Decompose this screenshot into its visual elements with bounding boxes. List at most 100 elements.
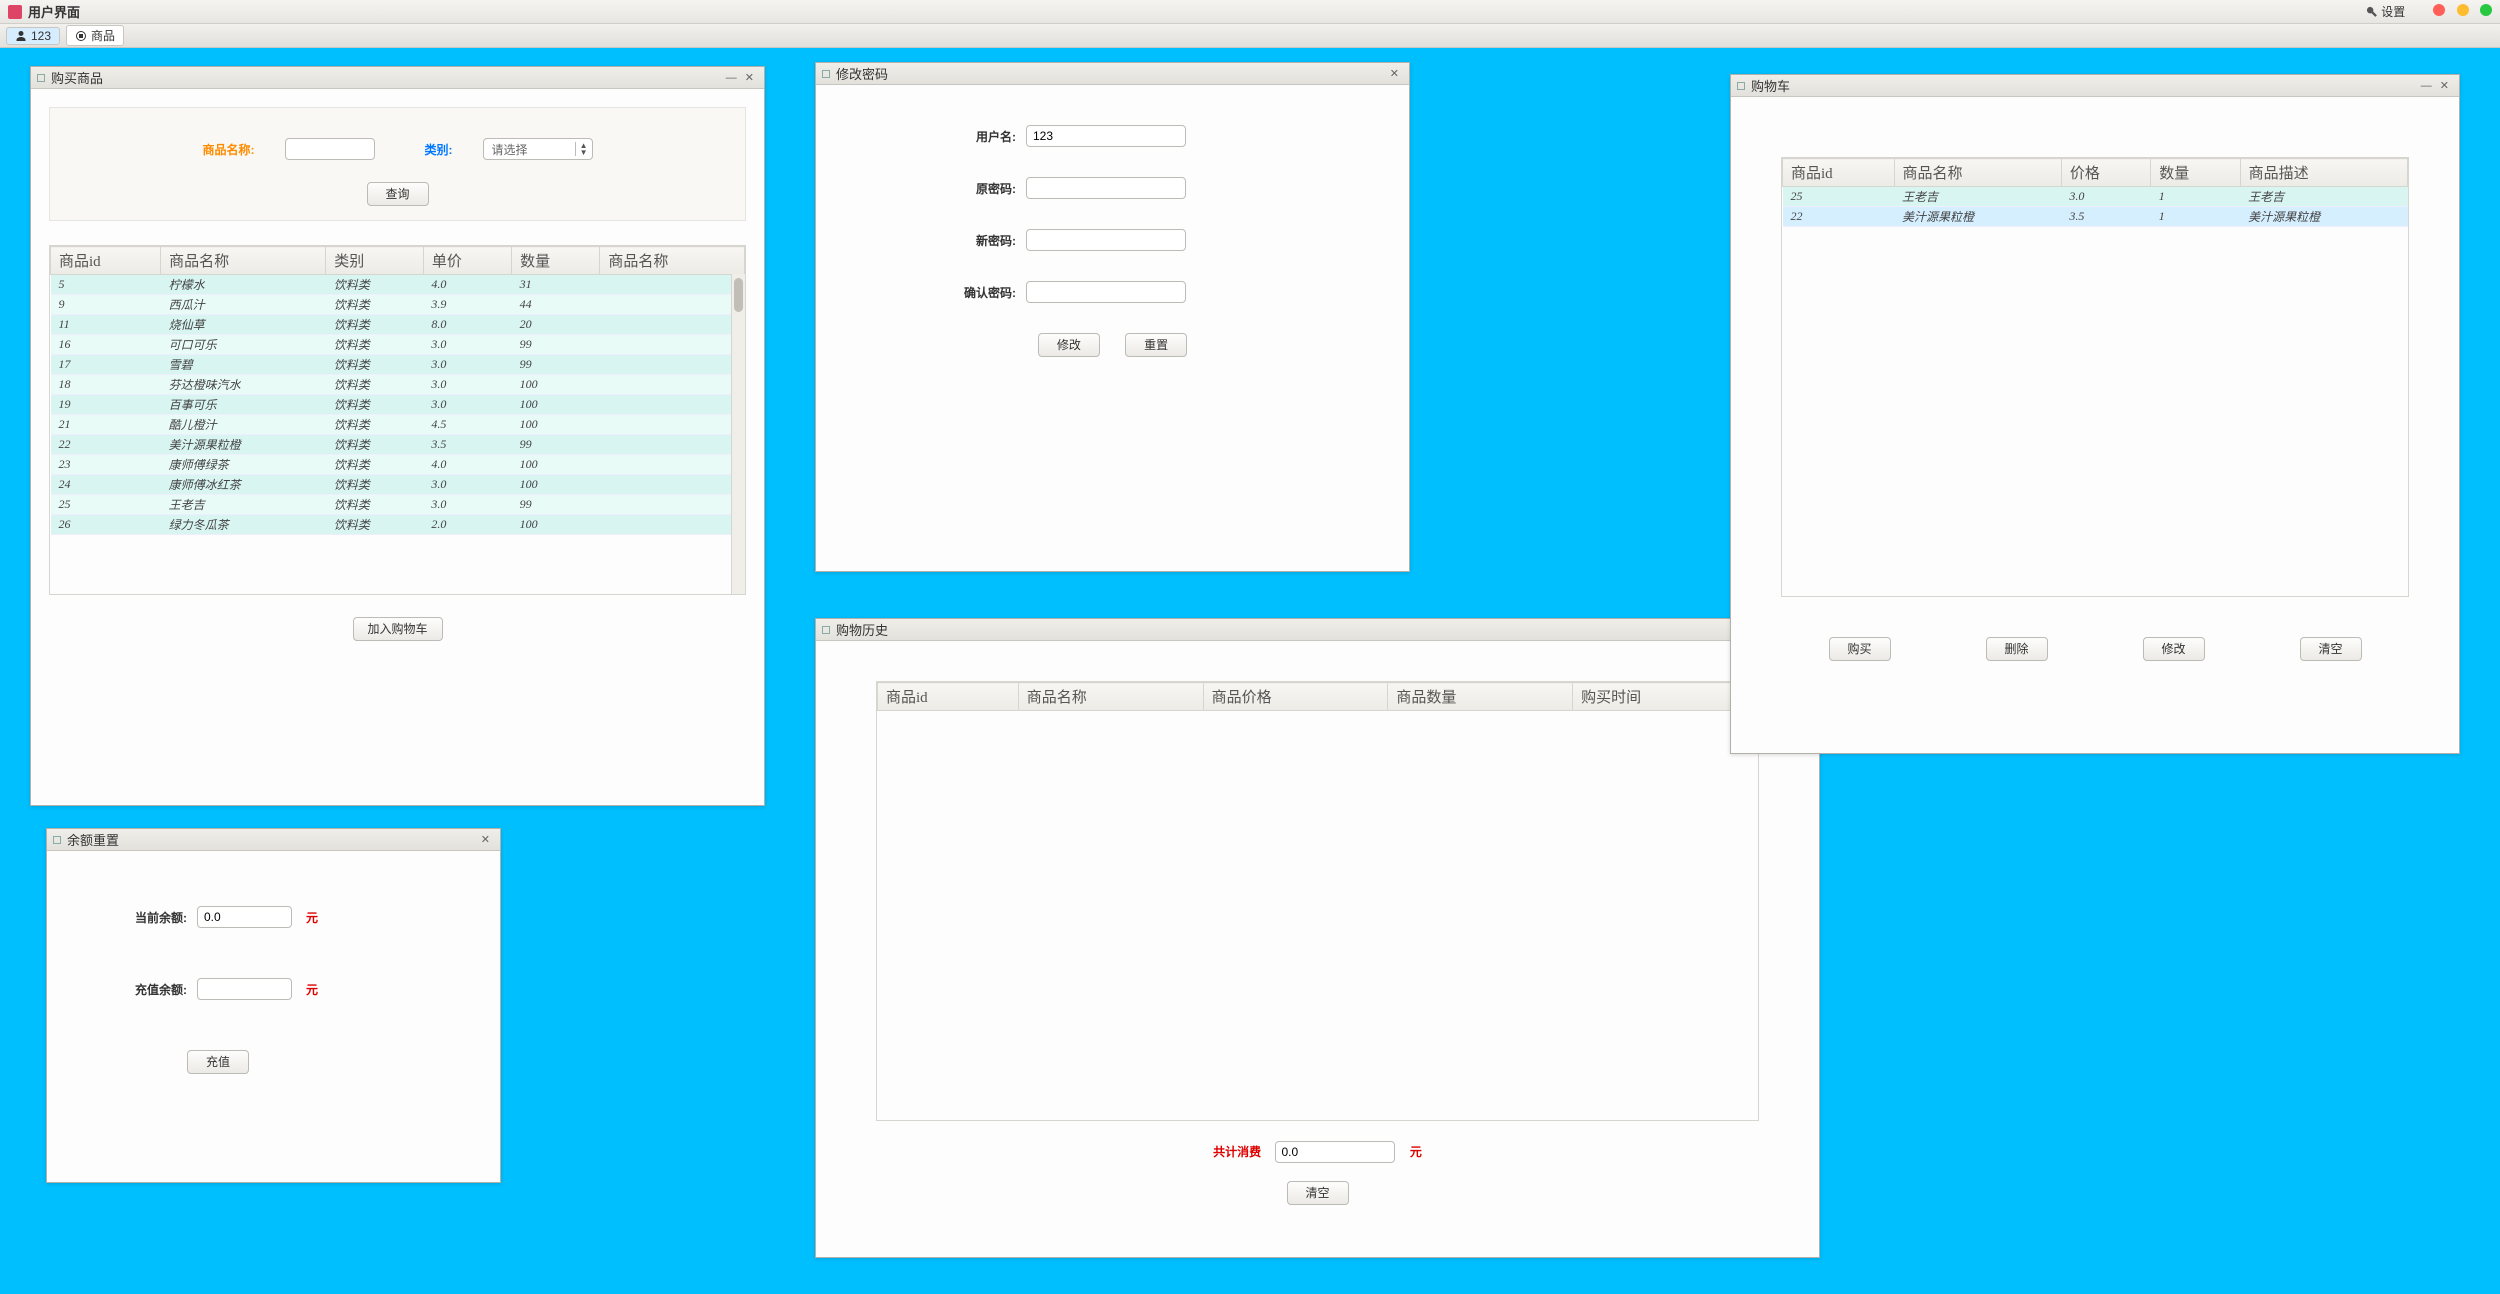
column-header[interactable]: 商品价格 <box>1203 683 1388 711</box>
history-unit: 元 <box>1410 1145 1422 1159</box>
column-header[interactable]: 商品名称 <box>600 247 745 275</box>
column-header[interactable]: 价格 <box>2061 159 2150 187</box>
balance-unit: 元 <box>306 981 318 998</box>
buy-category-select[interactable]: 请选择 ▲▼ <box>483 138 593 160</box>
buy-name-input[interactable] <box>285 138 375 160</box>
cart-clear-button[interactable]: 清空 <box>2300 637 2362 661</box>
close-button[interactable]: ✕ <box>2436 79 2453 92</box>
column-header[interactable]: 数量 <box>512 247 600 275</box>
minimize-button[interactable]: — <box>2417 80 2436 92</box>
window-bullet-icon <box>822 70 830 78</box>
toolbar-product-label: 商品 <box>91 27 115 44</box>
table-row[interactable]: 23康师傅绿茶饮料类4.0100 <box>51 455 745 475</box>
window-title-bar: 用户界面 设置 <box>0 0 2500 24</box>
cart-table-wrapper: 商品id商品名称价格数量商品描述 25王老吉3.01王老吉22美汁源果粒橙3.5… <box>1781 157 2409 597</box>
window-bullet-icon <box>53 836 61 844</box>
table-row[interactable]: 22美汁源果粒橙3.51美汁源果粒橙 <box>1783 207 2408 227</box>
column-header[interactable]: 商品名称 <box>161 247 326 275</box>
column-header[interactable]: 商品名称 <box>1894 159 2061 187</box>
balance-window: 余额重置 ✕ 当前余额: 元 充值余额: 元 充值 <box>46 828 501 1183</box>
column-header[interactable]: 商品id <box>1783 159 1895 187</box>
settings-menu[interactable]: 设置 <box>2365 3 2405 20</box>
table-row[interactable]: 17雪碧饮料类3.099 <box>51 355 745 375</box>
app-icon <box>8 5 22 19</box>
scrollbar-thumb[interactable] <box>734 278 743 312</box>
table-row[interactable]: 22美汁源果粒橙饮料类3.599 <box>51 435 745 455</box>
cart-delete-button[interactable]: 删除 <box>1986 637 2048 661</box>
table-row[interactable]: 18芬达橙味汽水饮料类3.0100 <box>51 375 745 395</box>
pwd-old-input[interactable] <box>1026 177 1186 199</box>
table-row[interactable]: 16可口可乐饮料类3.099 <box>51 335 745 355</box>
window-bullet-icon <box>37 74 45 82</box>
add-to-cart-button[interactable]: 加入购物车 <box>353 617 443 641</box>
balance-recharge-input[interactable] <box>197 978 292 1000</box>
close-icon[interactable] <box>2433 4 2445 16</box>
table-row[interactable]: 21酷儿橙汁饮料类4.5100 <box>51 415 745 435</box>
pwd-confirm-input[interactable] <box>1026 281 1186 303</box>
pwd-reset-button[interactable]: 重置 <box>1125 333 1187 357</box>
column-header[interactable]: 数量 <box>2151 159 2240 187</box>
table-row[interactable]: 19百事可乐饮料类3.0100 <box>51 395 745 415</box>
maximize-icon[interactable] <box>2480 4 2492 16</box>
column-header[interactable]: 商品名称 <box>1018 683 1203 711</box>
cart-window-title: 购物车 <box>1751 76 2417 95</box>
table-row[interactable]: 9西瓜汁饮料类3.944 <box>51 295 745 315</box>
chevron-updown-icon: ▲▼ <box>580 142 588 156</box>
table-row[interactable]: 11烧仙草饮料类8.020 <box>51 315 745 335</box>
password-window-title: 修改密码 <box>836 64 1386 83</box>
cart-table[interactable]: 商品id商品名称价格数量商品描述 25王老吉3.01王老吉22美汁源果粒橙3.5… <box>1782 158 2408 227</box>
balance-current-label: 当前余额: <box>107 909 187 926</box>
toolbar-user-chip[interactable]: 123 <box>6 27 60 45</box>
table-row[interactable]: 25王老吉3.01王老吉 <box>1783 187 2408 207</box>
column-header[interactable]: 商品id <box>878 683 1019 711</box>
user-icon <box>15 30 27 42</box>
balance-window-title: 余额重置 <box>67 830 477 849</box>
close-button[interactable]: ✕ <box>1386 67 1403 80</box>
pwd-new-input[interactable] <box>1026 229 1186 251</box>
balance-window-header[interactable]: 余额重置 ✕ <box>47 829 500 851</box>
column-header[interactable]: 单价 <box>423 247 511 275</box>
history-table[interactable]: 商品id商品名称商品价格商品数量购买时间 <box>877 682 1758 711</box>
pwd-modify-button[interactable]: 修改 <box>1038 333 1100 357</box>
pwd-new-label: 新密码: <box>896 232 1016 249</box>
buy-window-title: 购买商品 <box>51 68 722 87</box>
balance-recharge-button[interactable]: 充值 <box>187 1050 249 1074</box>
close-button[interactable]: ✕ <box>477 833 494 846</box>
password-window-header[interactable]: 修改密码 ✕ <box>816 63 1409 85</box>
history-total-label: 共计消费 <box>1213 1145 1261 1159</box>
cart-modify-button[interactable]: 修改 <box>2143 637 2205 661</box>
buy-window-header[interactable]: 购买商品 — ✕ <box>31 67 764 89</box>
buy-category-value: 请选择 <box>492 141 571 158</box>
column-header[interactable]: 商品id <box>51 247 161 275</box>
toolbar-product-chip[interactable]: 商品 <box>66 25 124 46</box>
buy-window: 购买商品 — ✕ 商品名称: 类别: 请选择 ▲▼ 查询 <box>30 66 765 806</box>
window-controls[interactable] <box>2425 4 2492 19</box>
history-clear-button[interactable]: 清空 <box>1287 1181 1349 1205</box>
table-row[interactable]: 26绿力冬瓜茶饮料类2.0100 <box>51 515 745 535</box>
scrollbar[interactable] <box>731 274 745 594</box>
history-window-header[interactable]: 购物历史 ✕ <box>816 619 1819 641</box>
cart-buy-button[interactable]: 购买 <box>1829 637 1891 661</box>
toolbar-user-label: 123 <box>31 29 51 43</box>
cart-window-header[interactable]: 购物车 — ✕ <box>1731 75 2459 97</box>
pwd-confirm-label: 确认密码: <box>896 284 1016 301</box>
window-title: 用户界面 <box>28 2 2365 21</box>
column-header[interactable]: 类别 <box>326 247 424 275</box>
minimize-icon[interactable] <box>2457 4 2469 16</box>
buy-table[interactable]: 商品id商品名称类别单价数量商品名称 5柠檬水饮料类4.0319西瓜汁饮料类3.… <box>50 246 745 535</box>
table-row[interactable]: 24康师傅冰红茶饮料类3.0100 <box>51 475 745 495</box>
buy-search-button[interactable]: 查询 <box>367 182 429 206</box>
history-window: 购物历史 ✕ 商品id商品名称商品价格商品数量购买时间 共计消费 元 清空 <box>815 618 1820 1258</box>
history-total-input[interactable] <box>1275 1141 1395 1163</box>
balance-current-input[interactable] <box>197 906 292 928</box>
window-bullet-icon <box>822 626 830 634</box>
table-row[interactable]: 25王老吉饮料类3.099 <box>51 495 745 515</box>
column-header[interactable]: 商品描述 <box>2240 159 2407 187</box>
table-row[interactable]: 5柠檬水饮料类4.031 <box>51 275 745 295</box>
column-header[interactable]: 商品数量 <box>1388 683 1573 711</box>
close-button[interactable]: ✕ <box>741 71 758 84</box>
pwd-user-input[interactable] <box>1026 125 1186 147</box>
settings-label: 设置 <box>2381 3 2405 20</box>
minimize-button[interactable]: — <box>722 72 741 84</box>
toolbar: 123 商品 <box>0 24 2500 48</box>
